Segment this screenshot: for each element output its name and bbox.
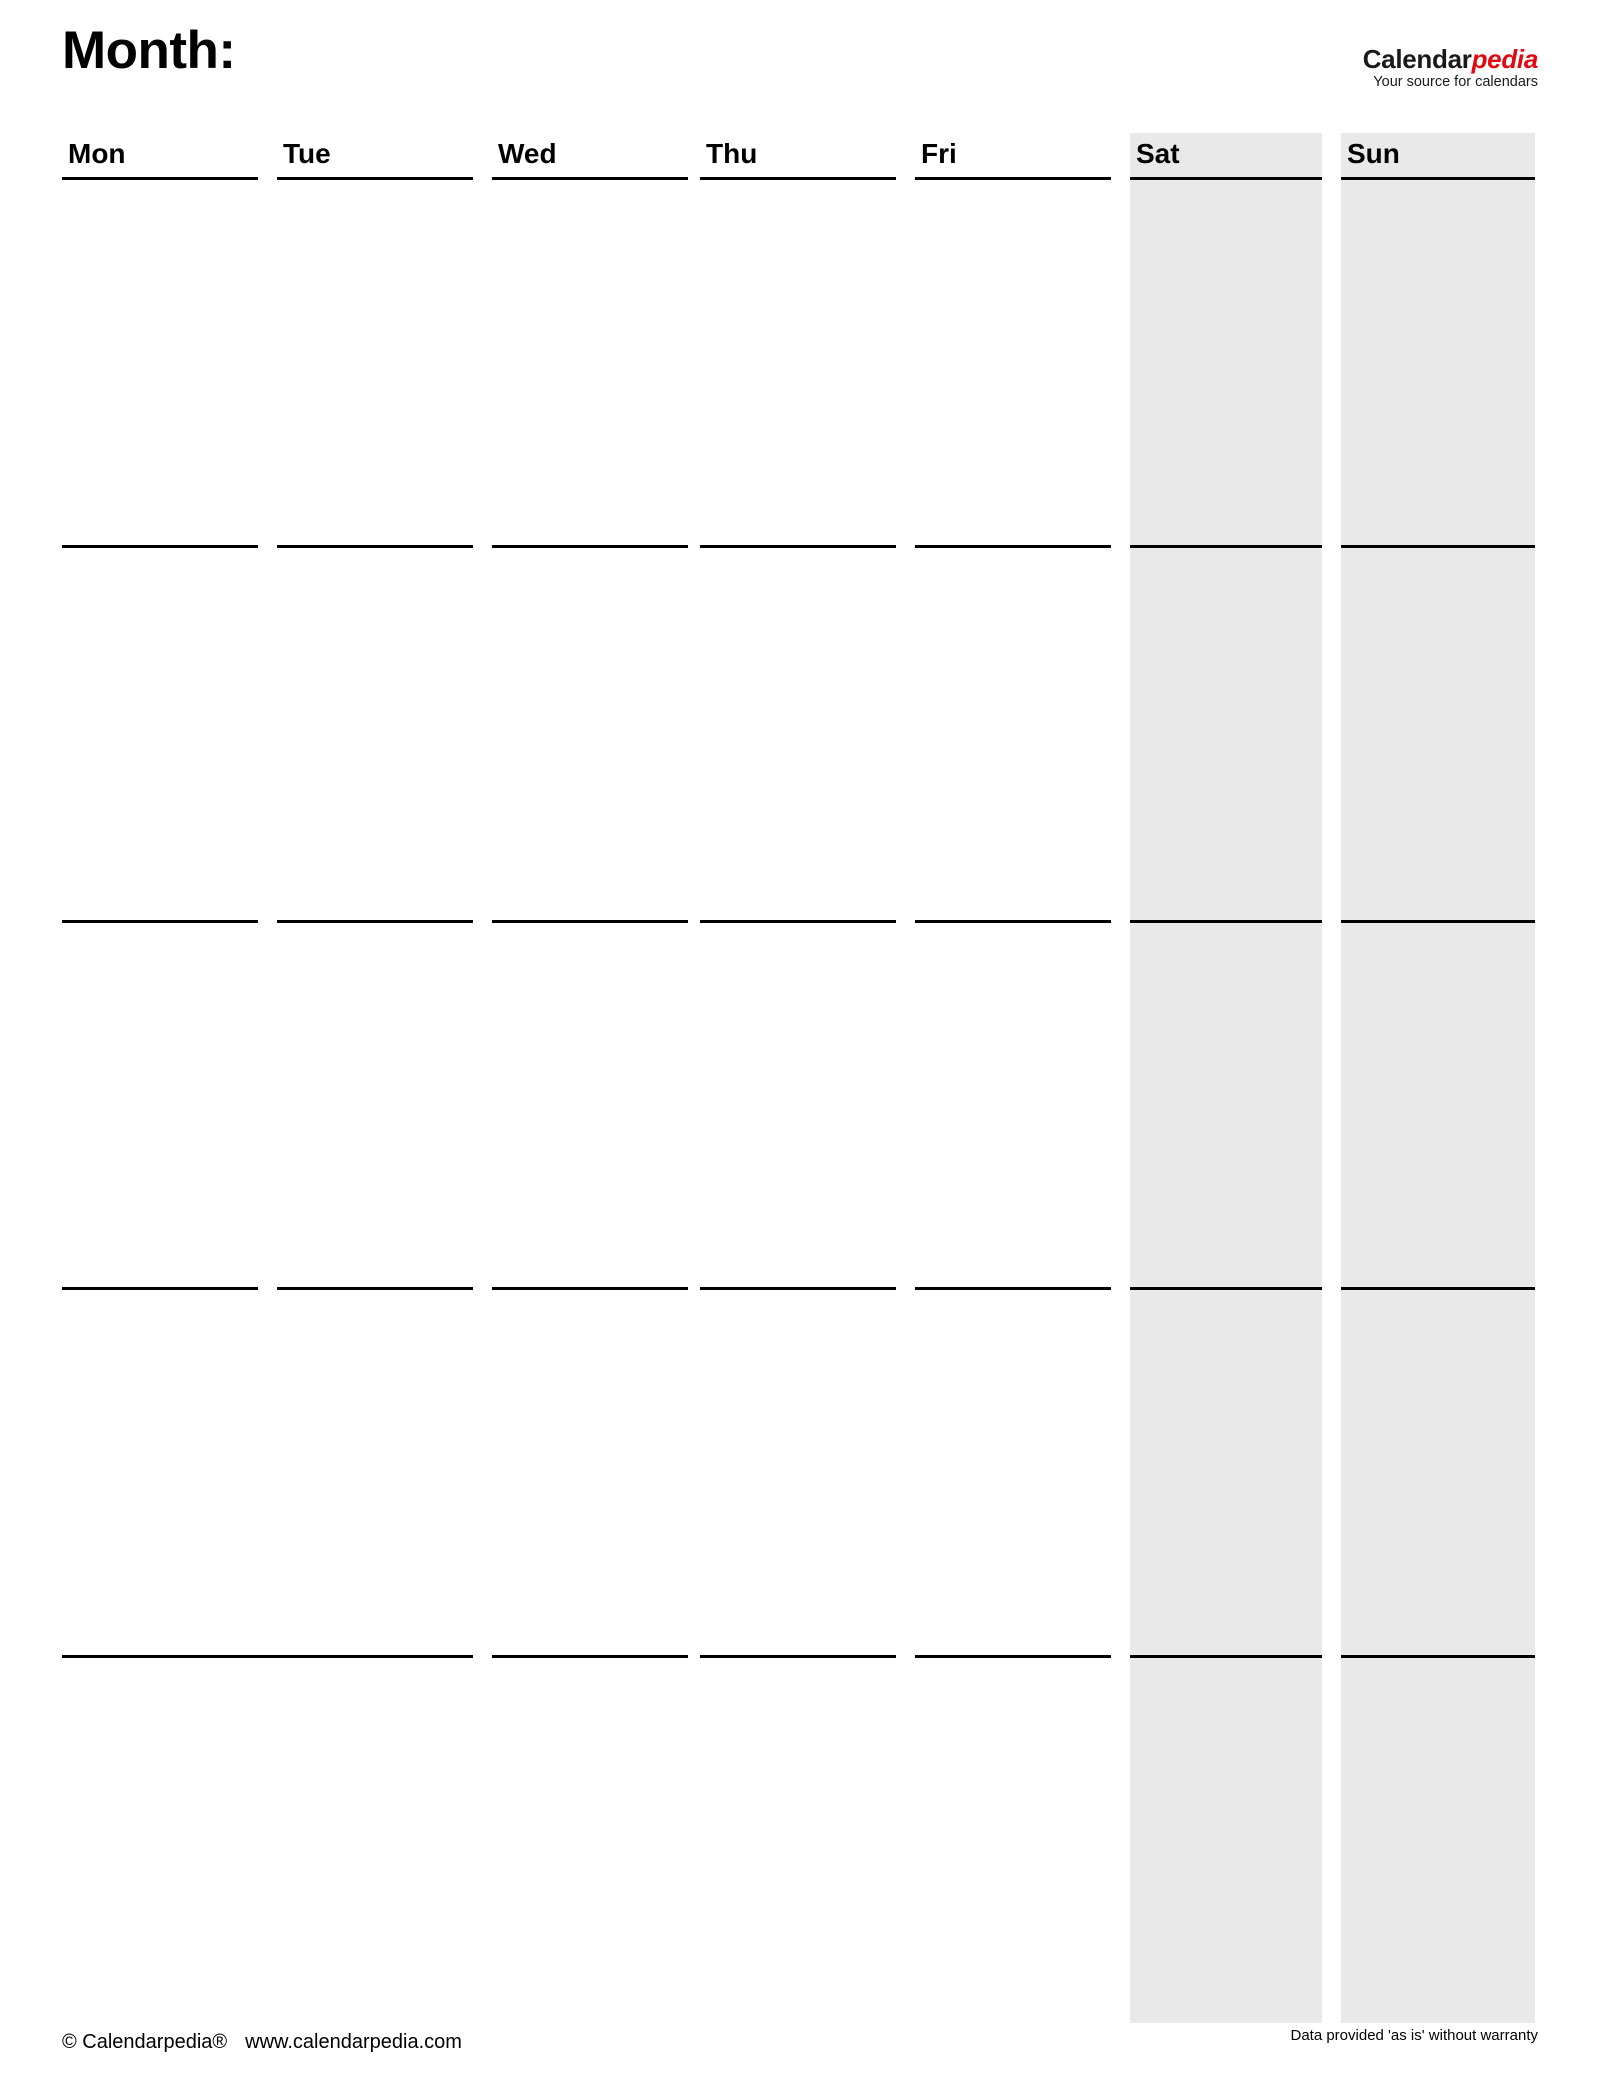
day-header-rule-wed bbox=[492, 177, 688, 180]
page-title: Month: bbox=[62, 21, 236, 80]
week-rule-3-tue bbox=[277, 1287, 473, 1290]
day-header-rule-sat bbox=[1130, 177, 1322, 180]
day-header-rule-fri bbox=[915, 177, 1111, 180]
day-header-rule-mon bbox=[62, 177, 258, 180]
day-header-tue: Tue bbox=[283, 138, 331, 169]
week-rule-4-mon-tue bbox=[62, 1655, 473, 1658]
week-rule-2-thu bbox=[700, 920, 896, 923]
week-rule-1-sat bbox=[1130, 545, 1322, 548]
week-rule-3-wed bbox=[492, 1287, 688, 1290]
footer-website-link[interactable]: www.calendarpedia.com bbox=[245, 2031, 462, 2053]
week-rule-4-sat bbox=[1130, 1655, 1322, 1658]
week-rule-4-wed bbox=[492, 1655, 688, 1658]
week-rule-1-sun bbox=[1341, 545, 1535, 548]
day-header-thu: Thu bbox=[706, 138, 758, 169]
week-rule-4-sun bbox=[1341, 1655, 1535, 1658]
week-rule-2-wed bbox=[492, 920, 688, 923]
footer-copyright: © Calendarpedia® www.calendarpedia.com bbox=[62, 2031, 462, 2054]
week-rule-1-fri bbox=[915, 545, 1111, 548]
week-rule-1-thu bbox=[700, 545, 896, 548]
week-rule-1-mon bbox=[62, 545, 258, 548]
day-header-rule-thu bbox=[700, 177, 896, 180]
week-rule-3-fri bbox=[915, 1287, 1111, 1290]
logo-brand-red: pedia bbox=[1471, 44, 1539, 74]
logo-brand-black: Calendar bbox=[1362, 44, 1472, 74]
day-header-rule-tue bbox=[277, 177, 473, 180]
week-rule-2-mon bbox=[62, 920, 258, 923]
weekend-column-sat bbox=[1130, 133, 1322, 2023]
week-rule-2-sat bbox=[1130, 920, 1322, 923]
logo-tagline: Your source for calendars bbox=[1373, 74, 1538, 90]
week-rule-2-sun bbox=[1341, 920, 1535, 923]
week-rule-3-sat bbox=[1130, 1287, 1322, 1290]
calendarpedia-logo: Calendarpedia Your source for calendars bbox=[1362, 44, 1539, 90]
week-rule-1-wed bbox=[492, 545, 688, 548]
day-header-rule-sun bbox=[1341, 177, 1535, 180]
calendar-page: Month: Calendarpedia Your source for cal… bbox=[0, 0, 1600, 2100]
week-rule-4-fri bbox=[915, 1655, 1111, 1658]
day-header-wed: Wed bbox=[498, 138, 557, 169]
logo-brand: Calendarpedia bbox=[1362, 44, 1539, 74]
footer-disclaimer: Data provided 'as is' without warranty bbox=[1290, 2027, 1538, 2044]
week-rule-2-fri bbox=[915, 920, 1111, 923]
day-header-sun: Sun bbox=[1347, 138, 1400, 169]
week-rule-3-sun bbox=[1341, 1287, 1535, 1290]
day-header-mon: Mon bbox=[68, 138, 126, 169]
week-rule-1-tue bbox=[277, 545, 473, 548]
footer-copyright-text: © Calendarpedia® bbox=[62, 2031, 228, 2053]
week-rule-3-thu bbox=[700, 1287, 896, 1290]
weekend-column-sun bbox=[1341, 133, 1535, 2023]
day-header-sat: Sat bbox=[1136, 138, 1180, 169]
week-rule-3-mon bbox=[62, 1287, 258, 1290]
week-rule-4-thu bbox=[700, 1655, 896, 1658]
week-rule-2-tue bbox=[277, 920, 473, 923]
day-header-fri: Fri bbox=[921, 138, 957, 169]
